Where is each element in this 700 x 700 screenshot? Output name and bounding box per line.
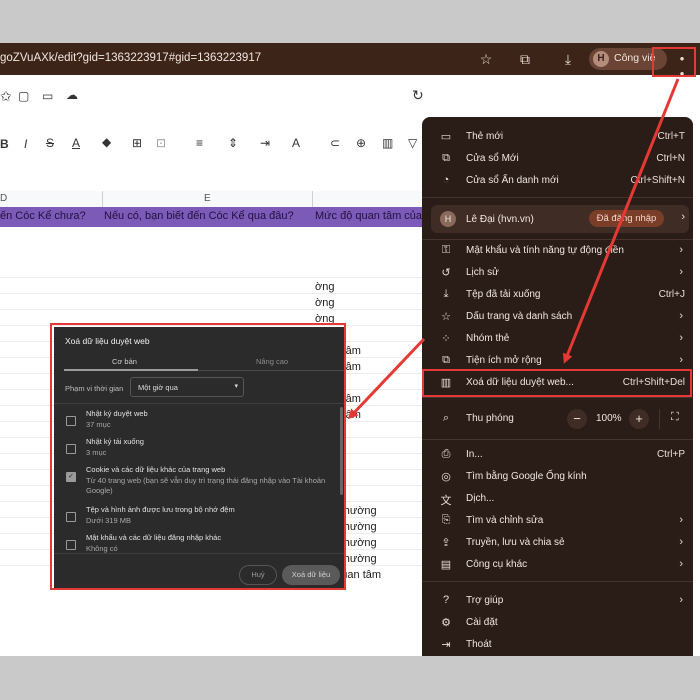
arrow-to-dialog [347, 337, 426, 420]
arrow-to-clear-data [562, 78, 680, 364]
annotation-arrows [347, 78, 680, 420]
browser-window: goZVuAXk/edit?gid=1363223917#gid=1363223… [0, 43, 700, 656]
